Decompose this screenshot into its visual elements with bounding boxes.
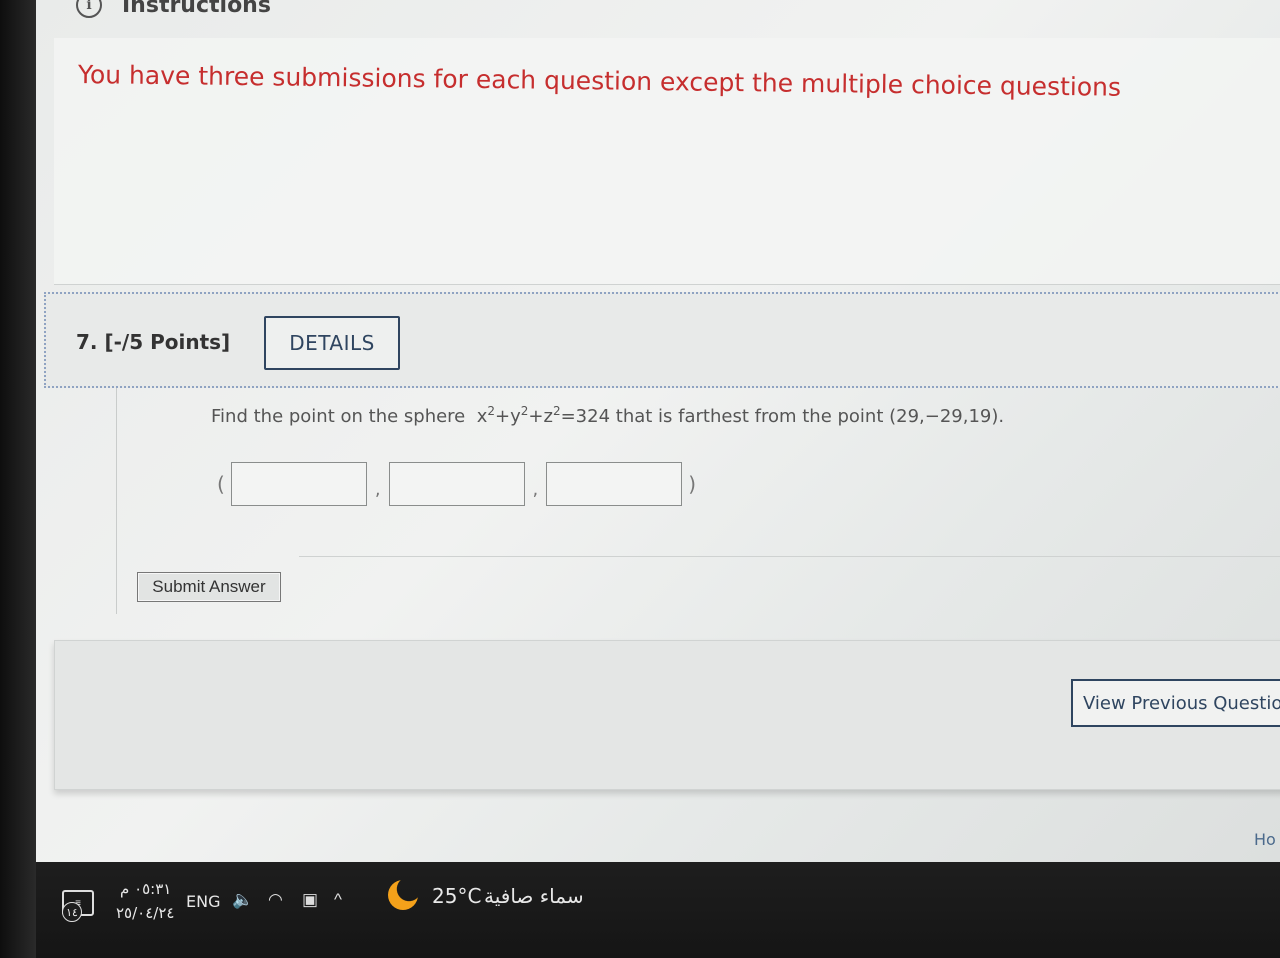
screen-bezel xyxy=(0,0,36,958)
weather-temperature[interactable]: 25°C xyxy=(432,884,481,908)
volume-icon[interactable]: 🔈 xyxy=(232,890,253,910)
browser-page: i Instructions You have three submission… xyxy=(36,0,1280,862)
clock-date[interactable]: ٢٥/٠٤/٢٤ xyxy=(116,904,174,922)
sphere-equation: x2+y2+z2=324 xyxy=(476,404,611,427)
home-link[interactable]: Ho xyxy=(1254,830,1276,849)
question-text-prefix: Find the point on the sphere xyxy=(211,406,466,427)
windows-taskbar: ≡ ١٤ ٠٥:٣١ م ٢٥/٠٤/٢٤ ENG 🔈 ◠ ▣ ^ 25°C س… xyxy=(36,862,1280,958)
wifi-icon[interactable]: ◠ xyxy=(268,890,283,910)
question-header: 7. [-/5 Points] DETAILS xyxy=(44,292,1280,388)
close-paren: ) xyxy=(688,472,697,496)
weather-moon-icon[interactable] xyxy=(388,880,418,910)
language-indicator[interactable]: ENG xyxy=(186,892,220,911)
question-text-suffix: that is farthest from the point (29,−29,… xyxy=(615,406,1005,427)
info-icon: i xyxy=(76,0,102,18)
instructions-message: You have three submissions for each ques… xyxy=(77,60,1122,102)
answer-row: ( , , ) xyxy=(211,460,702,508)
question-text: Find the point on the sphere x2+y2+z2=32… xyxy=(211,404,1004,427)
details-button[interactable]: DETAILS xyxy=(264,316,400,370)
answer-x-input[interactable] xyxy=(230,462,367,506)
navigation-panel: View Previous Question xyxy=(54,640,1280,790)
divider xyxy=(299,556,1280,557)
comma-separator: , xyxy=(374,478,381,500)
question-body: Find the point on the sphere x2+y2+z2=32… xyxy=(116,388,1280,614)
notification-count-badge: ١٤ xyxy=(62,902,82,922)
view-previous-question-button[interactable]: View Previous Question xyxy=(1071,679,1280,727)
instructions-panel: You have three submissions for each ques… xyxy=(54,38,1280,285)
open-paren: ( xyxy=(217,472,225,496)
chevron-up-icon[interactable]: ^ xyxy=(334,890,342,910)
instructions-header[interactable]: i Instructions xyxy=(76,0,271,20)
answer-y-input[interactable] xyxy=(388,462,525,506)
meet-now-icon[interactable]: ▣ xyxy=(302,890,318,910)
question-number-points: 7. [-/5 Points] xyxy=(76,330,231,354)
weather-description[interactable]: سماء صافية xyxy=(484,884,584,908)
instructions-title: Instructions xyxy=(122,0,271,18)
clock-time[interactable]: ٠٥:٣١ م xyxy=(120,880,171,898)
submit-answer-button[interactable]: Submit Answer xyxy=(137,572,281,602)
comma-separator: , xyxy=(532,478,539,500)
answer-z-input[interactable] xyxy=(546,462,683,506)
